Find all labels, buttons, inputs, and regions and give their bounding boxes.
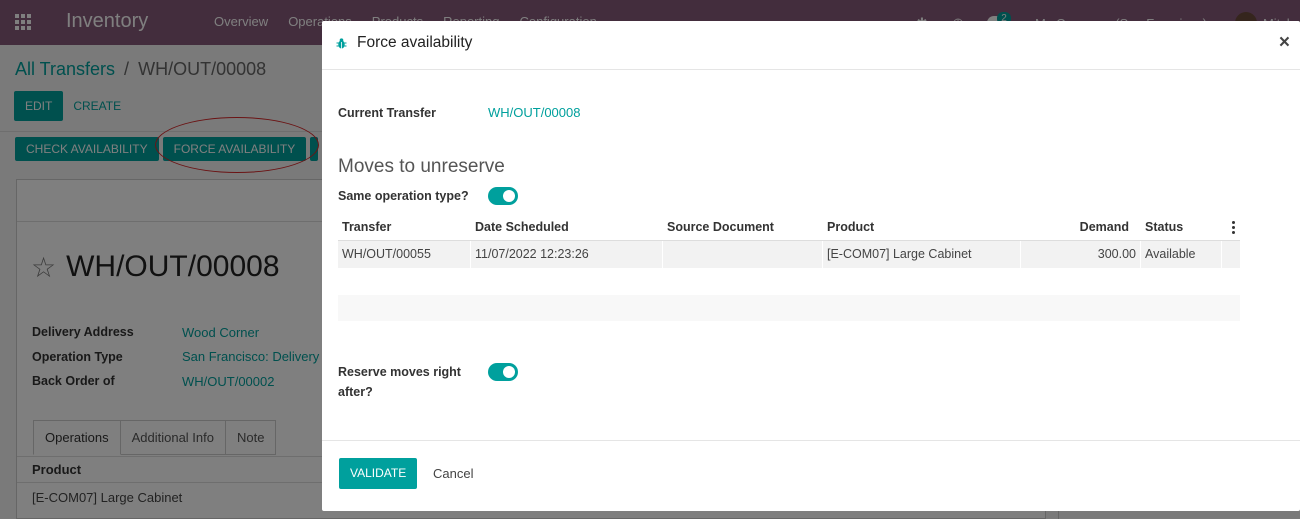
optional-columns-icon[interactable] xyxy=(1222,220,1240,234)
column-date-scheduled[interactable]: Date Scheduled xyxy=(471,220,663,234)
cancel-button[interactable]: Cancel xyxy=(433,458,473,489)
dialog-footer: VALIDATE Cancel xyxy=(322,440,1300,511)
cell-demand: 300.00 xyxy=(1021,241,1141,268)
same-operation-label: Same operation type? xyxy=(338,189,469,203)
cell-product: [E-COM07] Large Cabinet xyxy=(823,241,1021,268)
moves-table: Transfer Date Scheduled Source Document … xyxy=(338,214,1240,268)
dialog-title: Force availability xyxy=(357,34,473,51)
table-header: Transfer Date Scheduled Source Document … xyxy=(338,214,1240,241)
reserve-moves-toggle[interactable] xyxy=(488,363,518,381)
reserve-moves-label: Reserve moves right after? xyxy=(338,362,488,402)
cell-status: Available xyxy=(1141,241,1222,268)
reserve-label-line1: Reserve moves right xyxy=(338,365,461,379)
bug-icon xyxy=(336,38,347,49)
same-operation-field: Same operation type? xyxy=(338,186,518,206)
validate-button[interactable]: VALIDATE xyxy=(339,458,418,489)
current-transfer-field: Current Transfer WH/OUT/00008 xyxy=(338,103,580,123)
current-transfer-link[interactable]: WH/OUT/00008 xyxy=(488,103,580,123)
cell-empty xyxy=(1222,241,1240,268)
column-source-document[interactable]: Source Document xyxy=(663,220,823,234)
close-icon[interactable]: × xyxy=(1279,32,1290,54)
same-operation-toggle[interactable] xyxy=(488,187,518,205)
section-title: Moves to unreserve xyxy=(338,156,505,177)
column-demand[interactable]: Demand xyxy=(1021,220,1141,234)
column-product[interactable]: Product xyxy=(823,220,1021,234)
table-empty-row xyxy=(338,295,1240,321)
cell-transfer: WH/OUT/00055 xyxy=(338,241,471,268)
table-row[interactable]: WH/OUT/00055 11/07/2022 12:23:26 [E-COM0… xyxy=(338,241,1240,268)
column-transfer[interactable]: Transfer xyxy=(338,220,471,234)
dialog-header: Force availability × xyxy=(322,21,1300,70)
force-availability-dialog: Force availability × Current Transfer WH… xyxy=(322,21,1300,511)
cell-date: 11/07/2022 12:23:26 xyxy=(471,241,663,268)
cell-source xyxy=(663,241,823,268)
column-status[interactable]: Status xyxy=(1141,220,1222,234)
current-transfer-label: Current Transfer xyxy=(338,106,436,120)
reserve-moves-field: Reserve moves right after? xyxy=(338,362,518,402)
reserve-label-line2: after? xyxy=(338,385,373,399)
